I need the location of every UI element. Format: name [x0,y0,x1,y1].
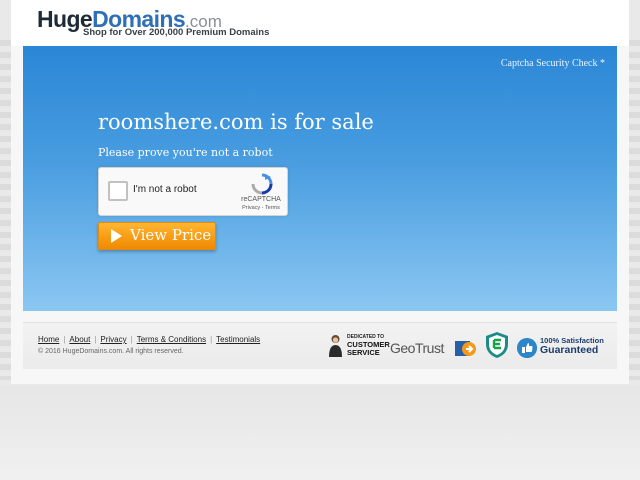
footer-link-home[interactable]: Home [38,335,59,344]
sale-hero-panel: Captcha Security Check * roomshere.com i… [23,46,617,311]
play-arrow-icon [111,229,122,243]
logo-tagline: Shop for Over 200,000 Premium Domains [83,27,270,38]
recaptcha-brand: reCAPTCHA [241,196,281,203]
view-price-label: View Price [130,226,212,244]
recaptcha-privacy-terms-link[interactable]: Privacy - Terms [235,205,287,211]
page-background-lower [0,385,640,480]
robot-prompt: Please prove you're not a robot [98,146,273,159]
footer-link-testimonials[interactable]: Testimonials [216,335,260,344]
view-price-button[interactable]: View Price [98,222,216,250]
captcha-security-check-label: Captcha Security Check * [500,58,605,69]
satisfaction-big-text: Guaranteed [540,344,599,356]
right-stripe-decoration [629,40,640,380]
recaptcha-widget: I'm not a robot reCAPTCHA Privacy - Term… [98,167,288,216]
copyright-text: © 2016 HugeDomains.com. All rights reser… [38,348,184,355]
footer-link-about[interactable]: About [69,335,90,344]
support-agent-icon [329,335,342,357]
link-separator: | [63,335,66,344]
hugedomains-logo[interactable]: HugeDomains.com Shop for Over 200,000 Pr… [37,7,269,38]
footer-links: Home | About | Privacy | Terms & Conditions | Te… [38,335,260,344]
satisfaction-guarantee-badge: 100% Satisfaction Guaranteed [517,336,609,358]
customer-service-badge: DEDICATED TO CUSTOMER SERVICE [328,333,390,359]
recaptcha-logo-icon [251,173,273,195]
recaptcha-checkbox[interactable] [108,181,128,201]
security-shield-icon[interactable] [484,331,510,359]
left-stripe-decoration [0,40,11,380]
geotrust-seal-icon [455,341,476,356]
recaptcha-label: I'm not a robot [133,184,197,195]
page-title: roomshere.com is for sale [98,110,374,134]
link-separator: | [130,335,133,344]
footer-link-terms[interactable]: Terms & Conditions [137,335,206,344]
footer-link-privacy[interactable]: Privacy [100,335,126,344]
link-separator: | [94,335,97,344]
geotrust-logo[interactable]: GeoTrust [390,340,444,356]
customer-service-line-2: SERVICE [347,348,380,357]
customer-service-big-text: CUSTOMER SERVICE [347,341,390,357]
footer: Home | About | Privacy | Terms & Conditions | Te… [23,322,617,369]
link-separator: | [210,335,213,344]
thumbs-up-icon [517,338,537,358]
